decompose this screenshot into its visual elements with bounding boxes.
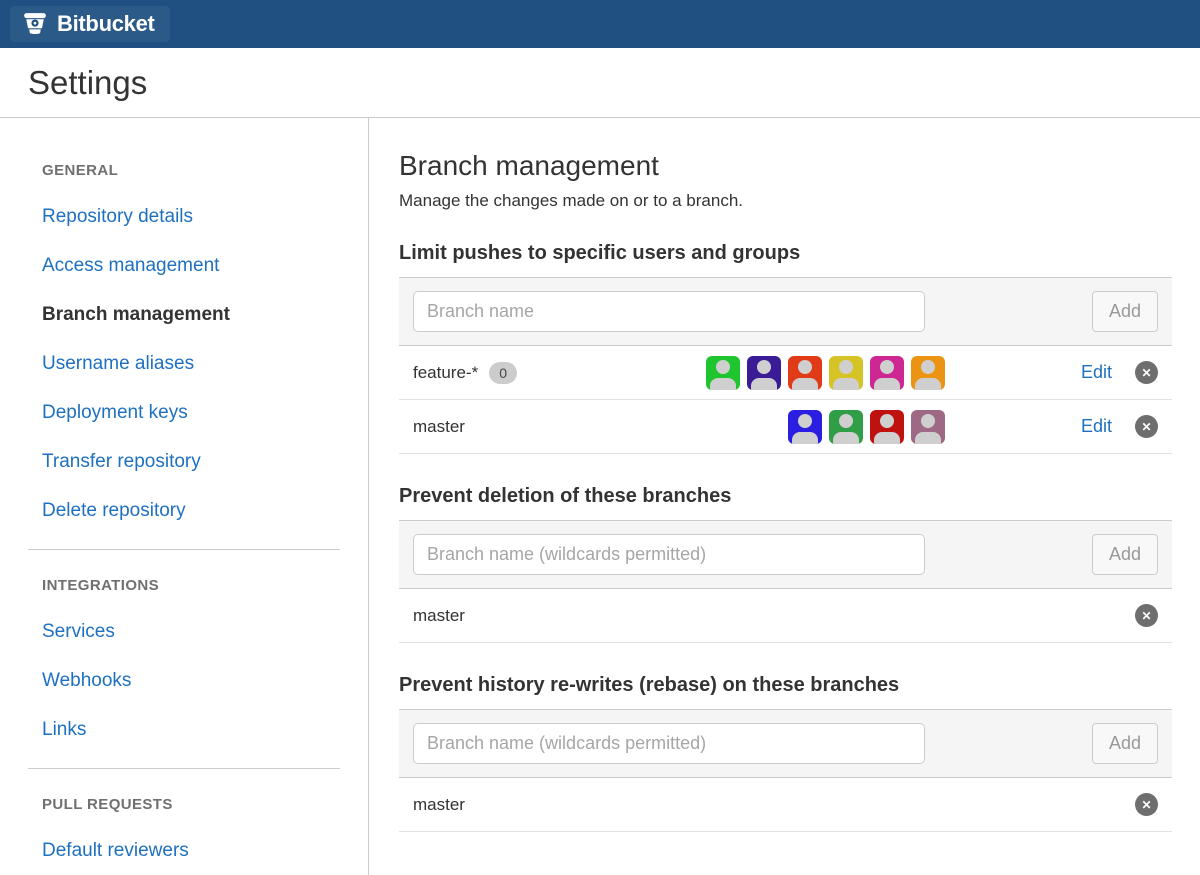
sidebar-item-link[interactable]: Access management <box>42 255 219 276</box>
sidebar-item-services[interactable]: Services <box>42 621 340 643</box>
avatar-head <box>757 360 771 374</box>
branch-rule-section: Prevent deletion of these branches Add m… <box>399 485 1172 643</box>
avatar-group <box>788 410 945 444</box>
sidebar-item-username-aliases[interactable]: Username aliases <box>42 353 340 375</box>
sidebar-item-link[interactable]: Webhooks <box>42 670 131 691</box>
remove-button[interactable]: ✕ <box>1135 604 1158 627</box>
sidebar-item-links[interactable]: Links <box>42 719 340 741</box>
avatar-head <box>716 360 730 374</box>
branch-rule-section: Limit pushes to specific users and group… <box>399 242 1172 454</box>
avatar-head <box>880 414 894 428</box>
branch-row: feature-* 0 Edit ✕ <box>399 346 1172 400</box>
bitbucket-bucket-icon <box>22 11 48 37</box>
avatar-torso <box>874 432 900 444</box>
user-avatar <box>870 410 904 444</box>
sidebar-item-link[interactable]: Transfer repository <box>42 451 201 472</box>
sidebar-section: PULL REQUESTS Default reviewers <box>28 768 340 862</box>
branch-name: master <box>413 417 465 437</box>
brand-name: Bitbucket <box>57 11 155 37</box>
sidebar-item-default-reviewers[interactable]: Default reviewers <box>42 840 340 862</box>
avatar-head <box>880 360 894 374</box>
branch-name: master <box>413 606 465 626</box>
sidebar-item-repository-details[interactable]: Repository details <box>42 206 340 228</box>
avatar-group <box>706 356 945 390</box>
avatar-head <box>921 414 935 428</box>
branch-name-input[interactable] <box>413 723 925 764</box>
sidebar-item-link[interactable]: Repository details <box>42 206 193 227</box>
avatar-torso <box>915 378 941 390</box>
add-button[interactable]: Add <box>1092 534 1158 575</box>
user-avatar <box>829 410 863 444</box>
avatar-torso <box>751 378 777 390</box>
bitbucket-logo-link[interactable]: Bitbucket <box>10 6 170 42</box>
settings-sidebar: GENERAL Repository details Access managem… <box>0 118 369 875</box>
count-badge: 0 <box>489 362 517 384</box>
user-avatar <box>706 356 740 390</box>
user-avatar <box>747 356 781 390</box>
sidebar-section-heading: INTEGRATIONS <box>42 577 340 594</box>
sidebar-item-transfer-repository[interactable]: Transfer repository <box>42 451 340 473</box>
add-button[interactable]: Add <box>1092 291 1158 332</box>
avatar-torso <box>833 378 859 390</box>
user-avatar <box>870 356 904 390</box>
sidebar-item-link[interactable]: Default reviewers <box>42 840 189 861</box>
sidebar-item-active[interactable]: Branch management <box>42 304 340 326</box>
sidebar-item-link[interactable]: Deployment keys <box>42 402 188 423</box>
rule-section-heading: Prevent history re-writes (rebase) on th… <box>399 674 1172 697</box>
avatar-torso <box>915 432 941 444</box>
sidebar-section: GENERAL Repository details Access managem… <box>28 162 340 522</box>
add-button[interactable]: Add <box>1092 723 1158 764</box>
user-avatar <box>829 356 863 390</box>
sidebar-item-webhooks[interactable]: Webhooks <box>42 670 340 692</box>
remove-button[interactable]: ✕ <box>1135 415 1158 438</box>
user-avatar <box>788 356 822 390</box>
edit-link[interactable]: Edit <box>1081 362 1112 383</box>
branch-management-panel: Branch management Manage the changes mad… <box>369 118 1200 875</box>
remove-button[interactable]: ✕ <box>1135 361 1158 384</box>
section-subtitle: Manage the changes made on or to a branc… <box>399 191 1172 211</box>
add-branch-form: Add <box>399 277 1172 345</box>
branch-name: master <box>413 795 465 815</box>
avatar-head <box>798 414 812 428</box>
sidebar-section-heading: PULL REQUESTS <box>42 796 340 813</box>
page-title-bar: Settings <box>0 48 1200 118</box>
sidebar-section: INTEGRATIONS Services Webhooks Links <box>28 549 340 741</box>
branch-name: feature-* <box>413 363 478 383</box>
add-branch-form: Add <box>399 520 1172 588</box>
section-title: Branch management <box>399 150 1172 182</box>
branch-name-input[interactable] <box>413 534 925 575</box>
avatar-torso <box>874 378 900 390</box>
app-header: Bitbucket <box>0 0 1200 48</box>
avatar-head <box>798 360 812 374</box>
avatar-torso <box>792 378 818 390</box>
sidebar-item-deployment-keys[interactable]: Deployment keys <box>42 402 340 424</box>
avatar-torso <box>833 432 859 444</box>
sidebar-item-link[interactable]: Links <box>42 719 86 740</box>
remove-button[interactable]: ✕ <box>1135 793 1158 816</box>
user-avatar <box>911 410 945 444</box>
branch-row: master ✕ <box>399 778 1172 832</box>
sidebar-item-link[interactable]: Services <box>42 621 115 642</box>
avatar-head <box>839 414 853 428</box>
branch-name-input[interactable] <box>413 291 925 332</box>
rule-section-heading: Prevent deletion of these branches <box>399 485 1172 508</box>
sidebar-item-access-management[interactable]: Access management <box>42 255 340 277</box>
sidebar-section-heading: GENERAL <box>42 162 340 179</box>
branch-row: master ✕ <box>399 589 1172 643</box>
sidebar-item-link[interactable]: Delete repository <box>42 500 186 521</box>
avatar-torso <box>792 432 818 444</box>
avatar-torso <box>710 378 736 390</box>
sidebar-item-delete-repository[interactable]: Delete repository <box>42 500 340 522</box>
branch-rule-section: Prevent history re-writes (rebase) on th… <box>399 674 1172 832</box>
edit-link[interactable]: Edit <box>1081 416 1112 437</box>
rule-section-heading: Limit pushes to specific users and group… <box>399 242 1172 265</box>
user-avatar <box>911 356 945 390</box>
avatar-head <box>839 360 853 374</box>
page-title: Settings <box>28 64 1200 102</box>
branch-row: master Edit ✕ <box>399 400 1172 454</box>
add-branch-form: Add <box>399 709 1172 777</box>
avatar-head <box>921 360 935 374</box>
sidebar-item-link[interactable]: Username aliases <box>42 353 194 374</box>
user-avatar <box>788 410 822 444</box>
